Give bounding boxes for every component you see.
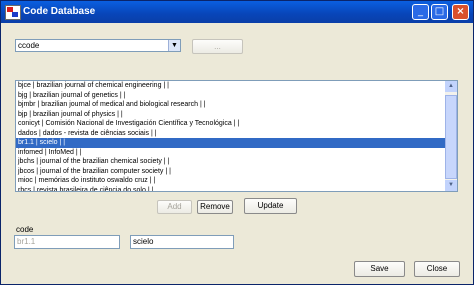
add-button[interactable]: Add [157, 200, 192, 214]
app-icon [5, 5, 21, 20]
list-item[interactable]: mioc | memórias do instituto oswaldo cru… [16, 176, 445, 186]
remove-button[interactable]: Remove [197, 200, 233, 214]
code-field[interactable]: br1.1 [14, 235, 120, 249]
title-bar[interactable]: Code Database _ □ × [1, 1, 473, 23]
database-selector-value: ccode [18, 41, 40, 50]
maximize-icon[interactable]: □ [431, 4, 448, 20]
scroll-down-icon[interactable]: ▼ [445, 180, 457, 191]
scrollbar-thumb[interactable] [445, 95, 457, 179]
database-selector[interactable]: ccode ▼ [15, 39, 181, 52]
list-item[interactable]: bjg | brazilian journal of genetics | | [16, 91, 445, 101]
list-item[interactable]: jbchs | journal of the brazilian chemica… [16, 157, 445, 167]
list-item[interactable]: rbcs | revista brasileira de ciência do … [16, 186, 445, 192]
code-database-window: Code Database _ □ × ccode ▼ ... bjce | b… [0, 0, 474, 285]
update-button[interactable]: Update [244, 198, 297, 214]
minimize-icon[interactable]: _ [412, 4, 429, 20]
name-field[interactable]: scielo [130, 235, 234, 249]
window-title: Code Database [23, 6, 96, 17]
scroll-up-icon[interactable]: ▲ [445, 81, 457, 92]
close-icon[interactable]: × [452, 4, 469, 20]
code-label: code [16, 225, 34, 234]
list-item[interactable]: infomed | InfoMed | | [16, 148, 445, 158]
close-button[interactable]: Close [414, 261, 460, 277]
chevron-down-icon[interactable]: ▼ [168, 40, 180, 51]
code-list[interactable]: bjce | brazilian journal of chemical eng… [15, 80, 458, 192]
list-item[interactable]: conicyt | Comisión Nacional de Investiga… [16, 119, 445, 129]
list-item[interactable]: br1.1 | scielo | | [16, 138, 445, 148]
list-item[interactable]: dados | dados - revista de ciências soci… [16, 129, 445, 139]
list-item[interactable]: bjmbr | brazilian journal of medical and… [16, 100, 445, 110]
list-item[interactable]: bjce | brazilian journal of chemical eng… [16, 81, 445, 91]
save-button[interactable]: Save [354, 261, 405, 277]
list-item[interactable]: jbcos | journal of the brazilian compute… [16, 167, 445, 177]
list-scrollbar[interactable]: ▲ ▼ [445, 81, 457, 191]
browse-button[interactable]: ... [192, 39, 243, 54]
list-item[interactable]: bjp | brazilian journal of physics | | [16, 110, 445, 120]
code-list-items: bjce | brazilian journal of chemical eng… [16, 81, 445, 192]
